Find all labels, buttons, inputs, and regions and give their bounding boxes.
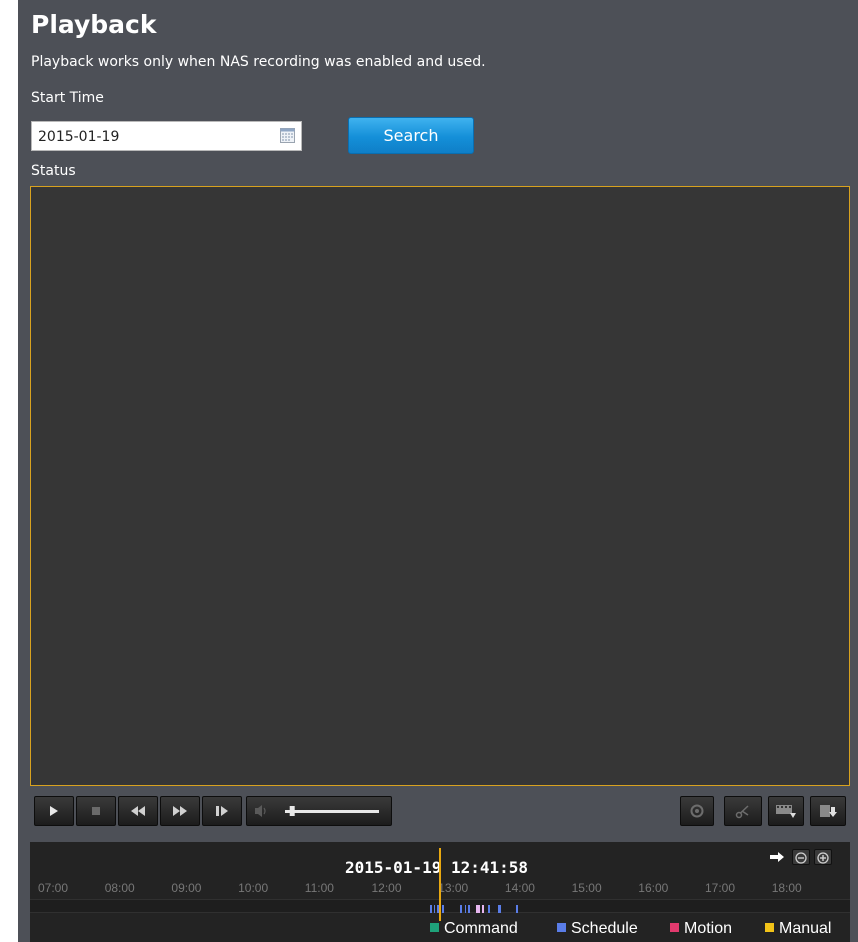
legend-label: Schedule	[571, 920, 638, 937]
schedule-mark	[460, 905, 462, 913]
zoom-out-icon[interactable]	[792, 849, 810, 865]
rewind-icon	[131, 806, 145, 816]
schedule-mark	[434, 905, 435, 913]
timeline-hour-label: 07:00	[38, 881, 69, 895]
camera-icon	[690, 804, 704, 818]
volume-knob	[289, 806, 295, 816]
legend-swatch	[765, 923, 774, 932]
legend-label: Manual	[779, 920, 832, 937]
play-button[interactable]	[34, 796, 74, 826]
timeline-hour-label: 12:00	[371, 881, 402, 895]
legend-manual: Manual	[765, 919, 831, 939]
status-label: Status	[31, 163, 76, 179]
snapshot-button[interactable]	[680, 796, 714, 826]
start-time-label: Start Time	[31, 90, 104, 106]
legend-swatch	[557, 923, 566, 932]
calendar-icon[interactable]	[280, 127, 295, 143]
step-forward-icon	[216, 806, 228, 816]
save-video-button[interactable]	[768, 796, 804, 826]
timeline-hour-label: 08:00	[104, 881, 135, 895]
schedule-mark	[437, 905, 439, 913]
stop-button[interactable]	[76, 796, 116, 826]
stop-icon	[92, 807, 100, 815]
timeline-hour-label: 18:00	[771, 881, 802, 895]
schedule-mark	[488, 905, 490, 913]
film-download-icon	[776, 805, 796, 818]
schedule-mark	[468, 905, 470, 913]
legend-command: Command	[430, 919, 518, 939]
page-description: Playback works only when NAS recording w…	[31, 54, 486, 70]
fast-forward-button[interactable]	[160, 796, 200, 826]
legend-motion: Motion	[670, 919, 732, 939]
playback-toolbar	[30, 793, 850, 831]
arrow-right-icon[interactable]	[768, 849, 786, 865]
schedule-mark	[516, 905, 518, 913]
schedule-mark	[465, 905, 466, 913]
download-button[interactable]	[810, 796, 846, 826]
timeline-hour-label: 14:00	[504, 881, 535, 895]
download-icon	[820, 805, 837, 817]
search-button[interactable]: Search	[348, 117, 474, 154]
volume-slider	[255, 805, 379, 817]
schedule-mark	[442, 905, 444, 913]
volume-control[interactable]	[246, 796, 392, 826]
legend-label: Motion	[684, 920, 733, 937]
schedule-mark	[430, 905, 432, 913]
legend-label: Command	[444, 920, 518, 937]
play-icon	[50, 806, 58, 816]
timeline-hour-label: 11:00	[304, 881, 334, 895]
rewind-button[interactable]	[118, 796, 158, 826]
timeline-cursor[interactable]	[439, 848, 441, 921]
legend-swatch	[670, 923, 679, 932]
video-playback-area[interactable]	[30, 186, 850, 786]
timeline-timestamp: 2015-01-19 12:41:58	[345, 858, 529, 877]
speaker-icon	[255, 805, 262, 817]
start-date-input[interactable]	[31, 121, 302, 151]
left-edge-strip	[0, 0, 18, 942]
schedule-mark	[498, 905, 501, 913]
clip-button[interactable]	[724, 796, 762, 826]
timeline-hour-label: 16:00	[638, 881, 669, 895]
legend-schedule: Schedule	[557, 919, 638, 939]
motion-mark	[482, 905, 484, 913]
motion-mark	[476, 905, 480, 913]
timeline-hour-label: 13:00	[438, 881, 469, 895]
timeline-hour-label: 17:00	[705, 881, 736, 895]
timeline-hour-label: 09:00	[171, 881, 202, 895]
timeline-hour-label: 10:00	[238, 881, 269, 895]
fast-forward-icon	[173, 806, 187, 816]
zoom-in-icon[interactable]	[814, 849, 832, 865]
page-title: Playback	[31, 10, 157, 39]
scissors-icon	[735, 805, 749, 819]
timeline-hour-label: 15:00	[571, 881, 602, 895]
next-frame-button[interactable]	[202, 796, 242, 826]
legend-swatch	[430, 923, 439, 932]
